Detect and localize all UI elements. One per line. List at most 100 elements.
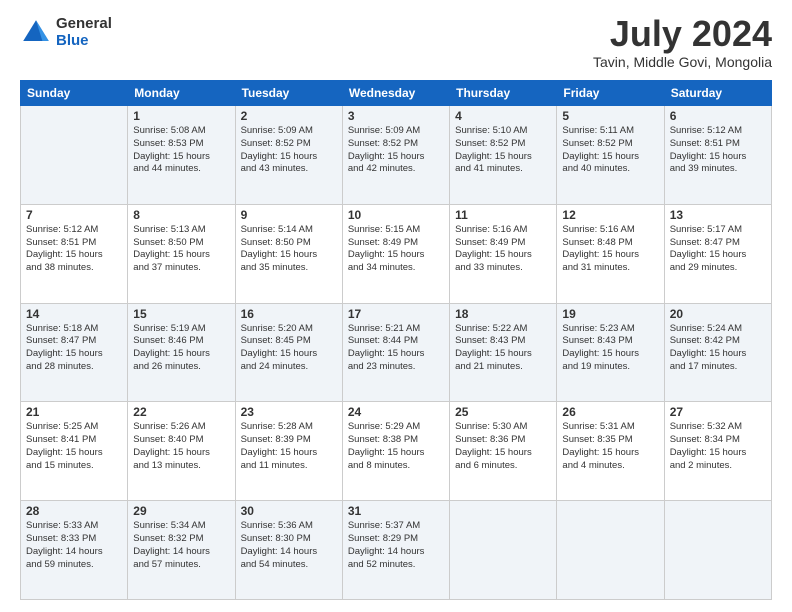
table-cell: 22Sunrise: 5:26 AM Sunset: 8:40 PM Dayli…	[128, 402, 235, 501]
table-cell: 18 Sunrise: 5:22 AM Sunset: 8:43 PM Dayli…	[450, 303, 557, 402]
table-cell: 13 Sunrise: 5:17 AM Sunset: 8:47 PM Dayli…	[664, 204, 771, 303]
day-number: 31	[348, 504, 444, 518]
table-cell: 15Sunrise: 5:19 AM Sunset: 8:46 PM Dayli…	[128, 303, 235, 402]
day-info: Sunrise: 5:16 AM Sunset: 8:49 PM Dayligh…	[455, 224, 551, 275]
day-info: Sunrise: 5:11 AM Sunset: 8:52 PM Dayligh…	[562, 125, 658, 176]
day-info: Sunrise: 5:13 AM Sunset: 8:50 PM Dayligh…	[133, 224, 229, 275]
table-cell: 10Sunrise: 5:15 AM Sunset: 8:49 PM Dayli…	[342, 204, 449, 303]
day-number: 27	[670, 405, 766, 419]
table-cell: 25 Sunrise: 5:30 AM Sunset: 8:36 PM Dayli…	[450, 402, 557, 501]
day-number: 25	[455, 405, 551, 419]
day-number: 17	[348, 307, 444, 321]
table-cell: 5 Sunrise: 5:11 AM Sunset: 8:52 PM Daylig…	[557, 106, 664, 205]
day-info: Sunrise: 5:33 AM Sunset: 8:33 PM Dayligh…	[26, 520, 122, 571]
table-cell: 23Sunrise: 5:28 AM Sunset: 8:39 PM Dayli…	[235, 402, 342, 501]
day-info: Sunrise: 5:34 AM Sunset: 8:32 PM Dayligh…	[133, 520, 229, 571]
table-cell: 21 Sunrise: 5:25 AM Sunset: 8:41 PM Dayli…	[21, 402, 128, 501]
header-wednesday: Wednesday	[342, 81, 449, 106]
day-info: Sunrise: 5:16 AM Sunset: 8:48 PM Dayligh…	[562, 224, 658, 275]
day-number: 30	[241, 504, 337, 518]
day-number: 10	[348, 208, 444, 222]
calendar-week-row: 28 Sunrise: 5:33 AM Sunset: 8:33 PM Dayli…	[21, 501, 772, 600]
table-cell: 28 Sunrise: 5:33 AM Sunset: 8:33 PM Dayli…	[21, 501, 128, 600]
logo-icon	[20, 17, 52, 49]
table-cell: 4 Sunrise: 5:10 AM Sunset: 8:52 PM Daylig…	[450, 106, 557, 205]
day-info: Sunrise: 5:37 AM Sunset: 8:29 PM Dayligh…	[348, 520, 444, 571]
day-info: Sunrise: 5:17 AM Sunset: 8:47 PM Dayligh…	[670, 224, 766, 275]
header-tuesday: Tuesday	[235, 81, 342, 106]
calendar-week-row: 1Sunrise: 5:08 AM Sunset: 8:53 PM Daylig…	[21, 106, 772, 205]
day-info: Sunrise: 5:31 AM Sunset: 8:35 PM Dayligh…	[562, 421, 658, 472]
day-number: 11	[455, 208, 551, 222]
day-info: Sunrise: 5:19 AM Sunset: 8:46 PM Dayligh…	[133, 323, 229, 374]
calendar-week-row: 7Sunrise: 5:12 AM Sunset: 8:51 PM Daylig…	[21, 204, 772, 303]
day-number: 20	[670, 307, 766, 321]
day-number: 14	[26, 307, 122, 321]
day-number: 7	[26, 208, 122, 222]
day-number: 6	[670, 109, 766, 123]
table-cell: 19 Sunrise: 5:23 AM Sunset: 8:43 PM Dayli…	[557, 303, 664, 402]
header-thursday: Thursday	[450, 81, 557, 106]
table-cell: 31 Sunrise: 5:37 AM Sunset: 8:29 PM Dayli…	[342, 501, 449, 600]
day-info: Sunrise: 5:32 AM Sunset: 8:34 PM Dayligh…	[670, 421, 766, 472]
day-info: Sunrise: 5:14 AM Sunset: 8:50 PM Dayligh…	[241, 224, 337, 275]
day-number: 26	[562, 405, 658, 419]
day-info: Sunrise: 5:30 AM Sunset: 8:36 PM Dayligh…	[455, 421, 551, 472]
day-info: Sunrise: 5:12 AM Sunset: 8:51 PM Dayligh…	[670, 125, 766, 176]
day-number: 2	[241, 109, 337, 123]
day-number: 3	[348, 109, 444, 123]
day-info: Sunrise: 5:26 AM Sunset: 8:40 PM Dayligh…	[133, 421, 229, 472]
logo-blue-text: Blue	[56, 33, 112, 50]
header-sunday: Sunday	[21, 81, 128, 106]
table-cell: 27 Sunrise: 5:32 AM Sunset: 8:34 PM Dayli…	[664, 402, 771, 501]
table-cell	[557, 501, 664, 600]
day-number: 19	[562, 307, 658, 321]
table-cell: 24Sunrise: 5:29 AM Sunset: 8:38 PM Dayli…	[342, 402, 449, 501]
day-number: 29	[133, 504, 229, 518]
day-number: 1	[133, 109, 229, 123]
header-monday: Monday	[128, 81, 235, 106]
table-cell: 3 Sunrise: 5:09 AM Sunset: 8:52 PM Daylig…	[342, 106, 449, 205]
table-cell	[664, 501, 771, 600]
day-info: Sunrise: 5:24 AM Sunset: 8:42 PM Dayligh…	[670, 323, 766, 374]
day-info: Sunrise: 5:20 AM Sunset: 8:45 PM Dayligh…	[241, 323, 337, 374]
day-number: 8	[133, 208, 229, 222]
calendar-table: Sunday Monday Tuesday Wednesday Thursday…	[20, 80, 772, 600]
calendar-header-row: Sunday Monday Tuesday Wednesday Thursday…	[21, 81, 772, 106]
title-block: July 2024 Tavin, Middle Govi, Mongolia	[593, 16, 772, 70]
day-number: 18	[455, 307, 551, 321]
calendar-week-row: 21 Sunrise: 5:25 AM Sunset: 8:41 PM Dayli…	[21, 402, 772, 501]
day-info: Sunrise: 5:21 AM Sunset: 8:44 PM Dayligh…	[348, 323, 444, 374]
day-info: Sunrise: 5:28 AM Sunset: 8:39 PM Dayligh…	[241, 421, 337, 472]
day-number: 21	[26, 405, 122, 419]
day-info: Sunrise: 5:10 AM Sunset: 8:52 PM Dayligh…	[455, 125, 551, 176]
table-cell: 20 Sunrise: 5:24 AM Sunset: 8:42 PM Dayli…	[664, 303, 771, 402]
calendar-week-row: 14 Sunrise: 5:18 AM Sunset: 8:47 PM Dayli…	[21, 303, 772, 402]
day-number: 5	[562, 109, 658, 123]
day-number: 9	[241, 208, 337, 222]
table-cell: 9 Sunrise: 5:14 AM Sunset: 8:50 PM Daylig…	[235, 204, 342, 303]
table-cell: 30 Sunrise: 5:36 AM Sunset: 8:30 PM Dayli…	[235, 501, 342, 600]
day-info: Sunrise: 5:18 AM Sunset: 8:47 PM Dayligh…	[26, 323, 122, 374]
table-cell: 6 Sunrise: 5:12 AM Sunset: 8:51 PM Daylig…	[664, 106, 771, 205]
day-number: 12	[562, 208, 658, 222]
day-number: 13	[670, 208, 766, 222]
day-info: Sunrise: 5:25 AM Sunset: 8:41 PM Dayligh…	[26, 421, 122, 472]
logo: General Blue	[20, 16, 112, 49]
day-number: 24	[348, 405, 444, 419]
subtitle: Tavin, Middle Govi, Mongolia	[593, 54, 772, 70]
table-cell: 16 Sunrise: 5:20 AM Sunset: 8:45 PM Dayli…	[235, 303, 342, 402]
logo-general-text: General	[56, 16, 112, 33]
day-info: Sunrise: 5:09 AM Sunset: 8:52 PM Dayligh…	[348, 125, 444, 176]
table-cell: 12 Sunrise: 5:16 AM Sunset: 8:48 PM Dayli…	[557, 204, 664, 303]
table-cell: 1Sunrise: 5:08 AM Sunset: 8:53 PM Daylig…	[128, 106, 235, 205]
day-number: 28	[26, 504, 122, 518]
table-cell: 8 Sunrise: 5:13 AM Sunset: 8:50 PM Daylig…	[128, 204, 235, 303]
day-info: Sunrise: 5:23 AM Sunset: 8:43 PM Dayligh…	[562, 323, 658, 374]
day-number: 4	[455, 109, 551, 123]
table-cell: 26 Sunrise: 5:31 AM Sunset: 8:35 PM Dayli…	[557, 402, 664, 501]
day-info: Sunrise: 5:36 AM Sunset: 8:30 PM Dayligh…	[241, 520, 337, 571]
day-number: 16	[241, 307, 337, 321]
day-info: Sunrise: 5:22 AM Sunset: 8:43 PM Dayligh…	[455, 323, 551, 374]
table-cell: 11 Sunrise: 5:16 AM Sunset: 8:49 PM Dayli…	[450, 204, 557, 303]
